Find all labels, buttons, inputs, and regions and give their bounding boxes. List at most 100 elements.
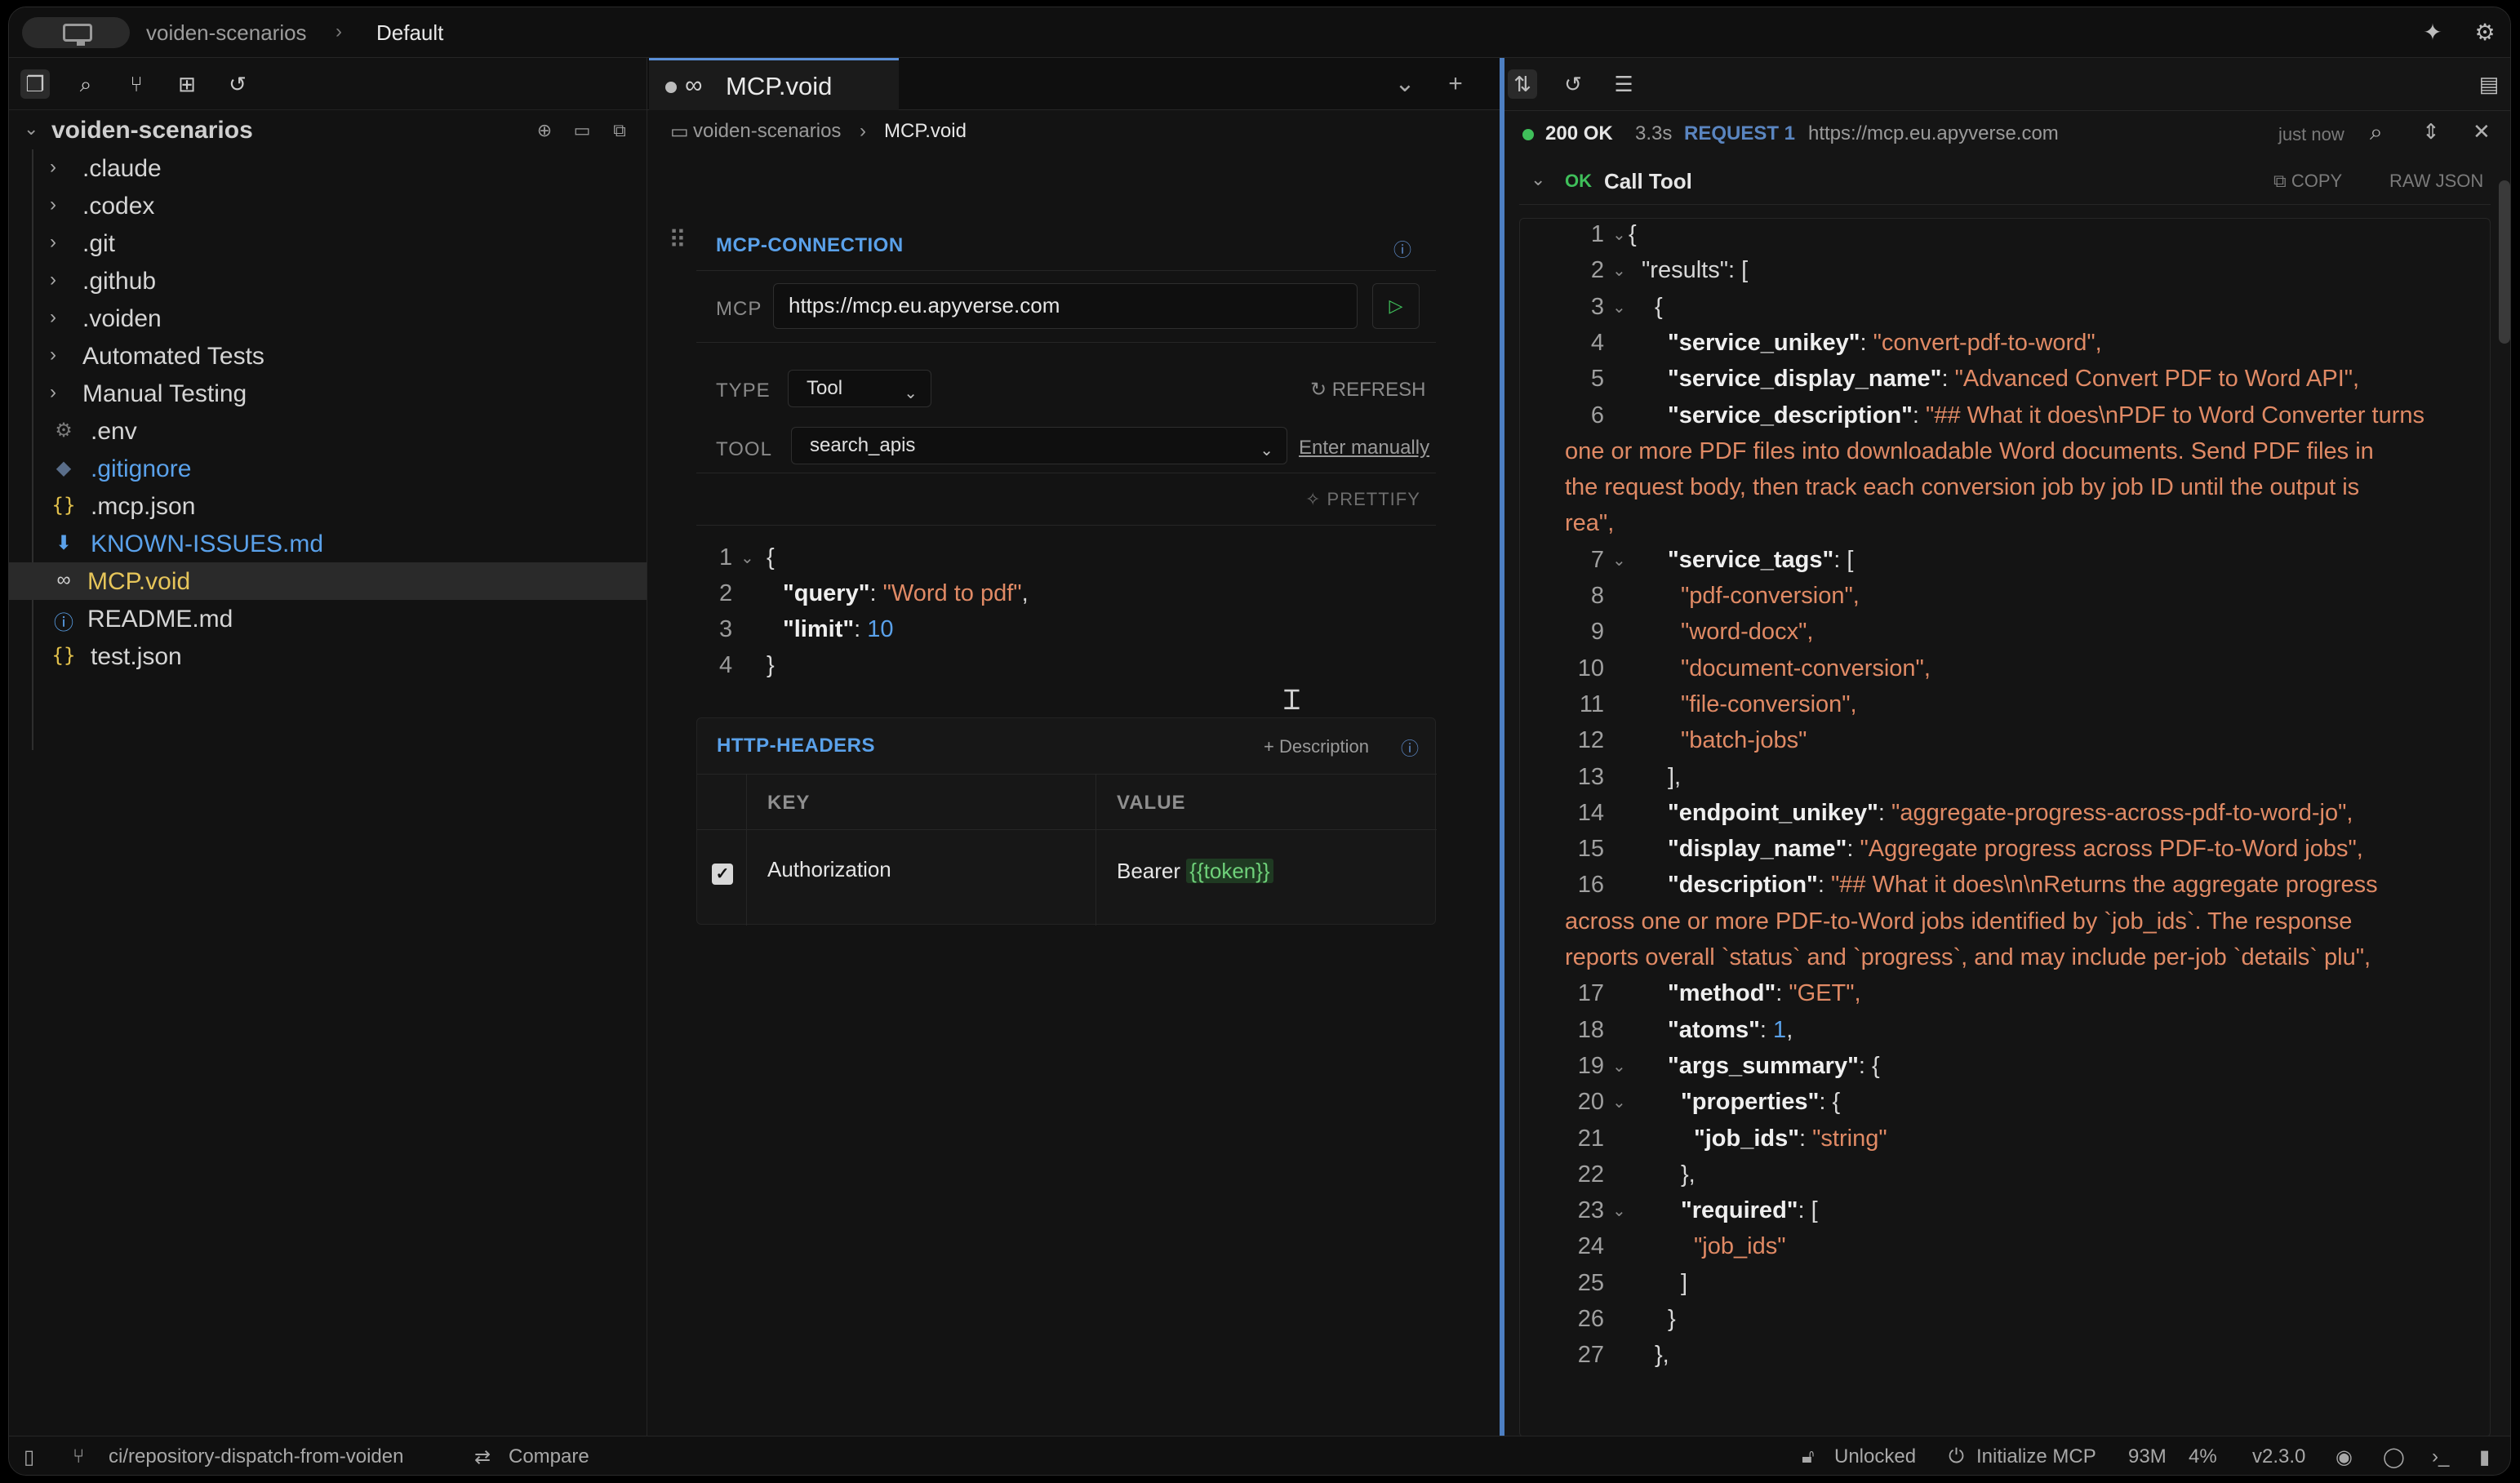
tree-item[interactable]: ◆ .gitignore [9,450,647,487]
line-number: 14 [1577,799,1604,826]
sidebar-toggle-icon[interactable]: ▯ [24,1445,34,1469]
call-tool-header[interactable]: ⌄ OK Call Tool ⧉ COPY RAW JSON [1519,159,2491,205]
tree-item[interactable]: › Automated Tests [9,337,647,375]
enter-manually-link[interactable]: Enter manually [1299,437,1429,460]
tree-item[interactable]: › .voiden [9,300,647,337]
code-token: { [767,544,775,571]
workspace-switcher[interactable] [22,17,130,48]
json-line: "description": "## What it does\n\nRetur… [1668,872,2378,899]
tree-item-selected[interactable]: ∞ MCP.void [9,562,647,600]
drag-handle-icon[interactable]: ⠿ [669,226,687,255]
workspace-name[interactable]: voiden-scenarios [146,20,307,46]
header-enabled-checkbox[interactable]: ✓ [712,864,733,885]
search-icon[interactable]: ⌕ [71,69,100,99]
json-viewer[interactable] [1519,218,2491,1437]
git-branch-icon[interactable]: ⑂ [122,69,151,99]
tree-item[interactable]: ⬇ KNOWN-ISSUES.md [9,525,647,562]
mcp-url-input[interactable]: https://mcp.eu.apyverse.com [773,283,1358,329]
tree-item[interactable]: ⚙ .env [9,412,647,450]
branch-name[interactable]: ci/repository-dispatch-from-voiden [109,1445,403,1468]
files-icon[interactable]: ❐ [20,69,50,99]
status-bar: ▯ ⑂ ci/repository-dispatch-from-voiden ⇄… [9,1436,2510,1475]
json-line: "display_name": "Aggregate progress acro… [1668,836,2363,863]
copy-label: COPY [2291,171,2343,191]
help-icon[interactable]: ⓘ [1401,735,1419,761]
fold-chevron-icon[interactable]: ⌄ [1612,1201,1626,1221]
tab-mcp-void[interactable]: ∞ MCP.void [649,58,899,110]
tree-item[interactable]: {} .mcp.json [9,487,647,525]
sort-arrows-icon[interactable]: ⇅ [1508,69,1537,99]
panel-toggle-icon[interactable]: ▮ [2479,1445,2490,1469]
type-select[interactable]: Tool ⌄ [788,370,931,407]
header-key-cell[interactable]: Authorization [767,857,891,882]
compare-button[interactable]: Compare [509,1445,589,1468]
chevron-down-icon[interactable]: ⌄ [1531,169,1545,190]
tree-item[interactable]: › .codex [9,187,647,224]
monitor-icon [63,24,92,46]
raw-json-button[interactable]: RAW JSON [2389,171,2483,192]
tool-select[interactable]: search_apis ⌄ [791,427,1287,464]
collapse-all-icon[interactable]: ⧉ [608,120,631,143]
help-icon[interactable]: ⓘ [1393,236,1411,262]
fold-chevron-icon[interactable]: ⌄ [1612,224,1626,245]
status-dot-icon [1522,129,1534,140]
run-button[interactable]: ▷ [1372,283,1420,329]
line-number: 18 [1577,1016,1604,1043]
tree-root[interactable]: ⌄ voiden-scenarios ⊕ ▭ ⧉ [9,110,647,149]
json-string: one or more PDF files into downloadable … [1565,437,2374,464]
fold-chevron-icon[interactable]: ⌄ [1612,1092,1626,1112]
panel-layout-icon[interactable]: ▤ [2474,69,2504,99]
json-line: } [1668,1306,1676,1333]
json-key: "service_unikey" [1668,329,1860,356]
scrollbar-thumb[interactable] [2499,180,2510,344]
github-icon[interactable]: ◉ [2336,1445,2353,1469]
list-icon[interactable]: ☰ [1609,69,1638,99]
initialize-mcp-button[interactable]: Initialize MCP [1976,1445,2096,1468]
line-number: 23 [1577,1197,1604,1224]
chevron-down-icon[interactable]: ⌄ [1390,69,1420,99]
prettify-button[interactable]: ✧ PRETTIFY [1305,489,1420,510]
history-icon[interactable]: ↺ [223,69,252,99]
search-icon[interactable]: ⌕ [2370,119,2383,146]
history-icon[interactable]: ↺ [1558,69,1588,99]
add-description-button[interactable]: + Description [1264,736,1369,757]
tree-item[interactable]: › .github [9,262,647,300]
environment-name[interactable]: Default [376,20,443,46]
fold-chevron-icon[interactable]: ⌄ [1612,550,1626,571]
json-line: "pdf-conversion", [1681,583,1860,610]
tree-item[interactable]: › Manual Testing [9,375,647,412]
tree-item[interactable]: › .claude [9,149,647,187]
json-icon: {} [51,644,76,667]
json-key: "service_tags" [1668,546,1834,573]
line-number: 27 [1577,1342,1604,1369]
breadcrumb-file[interactable]: MCP.void [884,120,967,143]
json-line: "args_summary": { [1668,1053,1880,1080]
json-string: "file-conversion", [1681,690,1857,717]
fold-chevron-icon[interactable]: ⌄ [1612,260,1626,281]
new-folder-icon[interactable]: ▭ [571,120,593,143]
tree-item[interactable]: {} test.json [9,637,647,675]
sparkle-icon[interactable]: ✦ [2419,19,2447,47]
copy-button[interactable]: ⧉ COPY [2273,171,2342,192]
line-number: 3 [719,616,733,642]
extensions-icon[interactable]: ⊞ [172,69,202,99]
breadcrumb-folder[interactable]: voiden-scenarios [693,120,841,143]
tree-item[interactable]: ⓘ README.md [9,600,647,637]
tree-item[interactable]: › .git [9,224,647,262]
gear-icon[interactable]: ⚙ [2471,19,2499,47]
new-file-icon[interactable]: ⊕ [533,120,556,143]
request-body-editor[interactable]: 1 ⌄ { 2 "query": "Word to pdf", 3 "limit… [647,531,1464,744]
http-headers-block: HTTP-HEADERS + Description ⓘ KEY VALUE ✓… [696,717,1437,926]
chat-icon[interactable]: ◯ [2383,1445,2405,1469]
refresh-button[interactable]: ↻ REFRESH [1310,378,1425,402]
plus-icon[interactable]: + [1441,69,1470,99]
fold-chevron-icon[interactable]: ⌄ [1612,1056,1626,1077]
fold-chevron-icon[interactable]: ⌄ [1612,297,1626,317]
tree-item-label: .voiden [82,305,162,332]
header-value-cell[interactable]: Bearer {{token}} [1117,859,1273,884]
terminal-icon[interactable]: ›_ [2432,1445,2449,1468]
expand-icon[interactable]: ⇕ [2422,119,2440,144]
lock-status[interactable]: Unlocked [1834,1445,1916,1468]
close-icon[interactable]: ✕ [2473,119,2491,144]
fold-chevron-icon[interactable]: ⌄ [740,548,754,568]
